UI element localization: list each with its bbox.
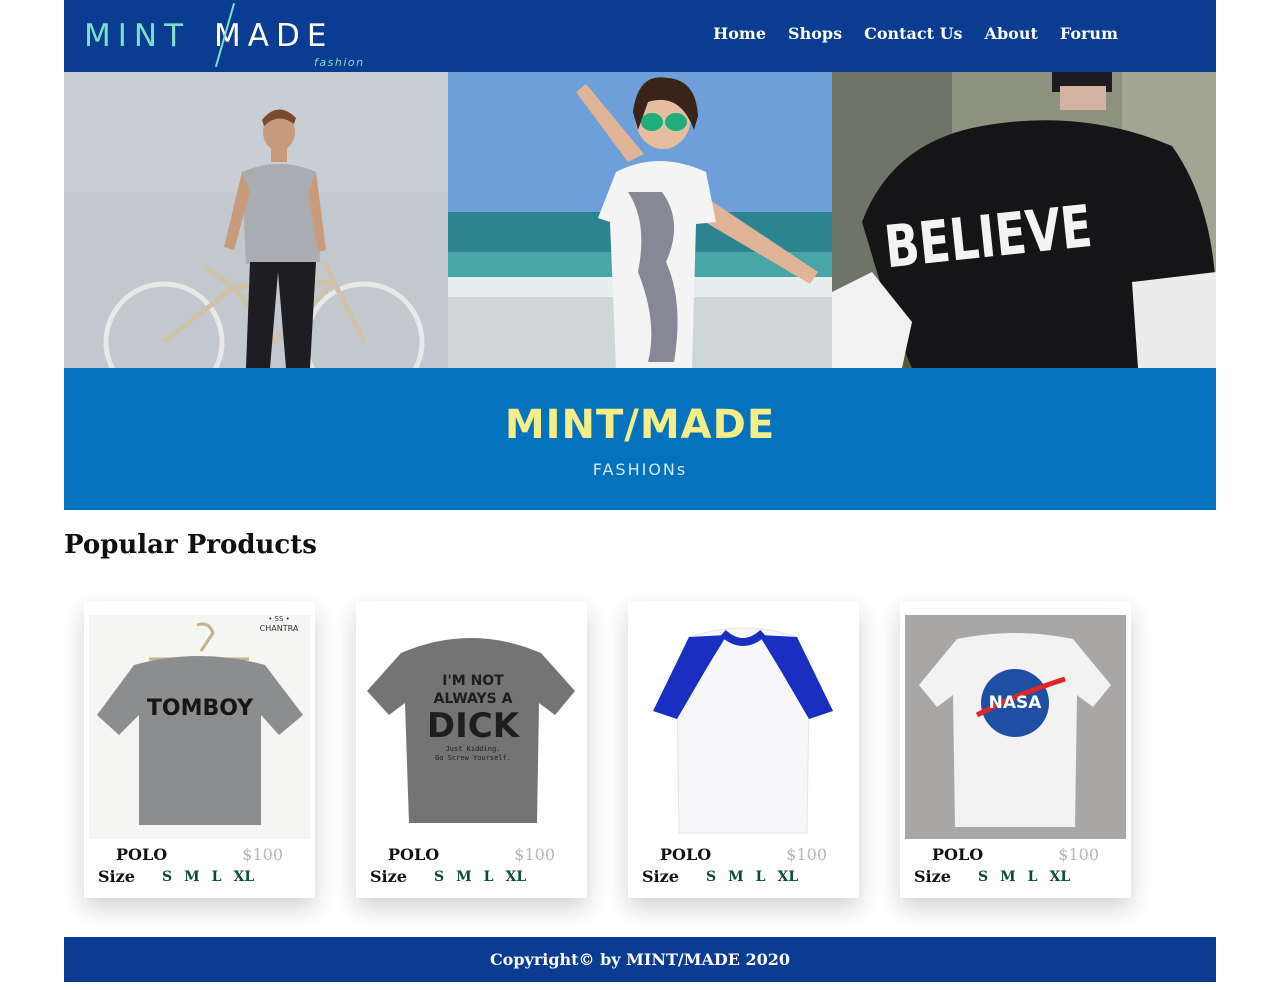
size-options: S M L XL [162,869,254,885]
product-name: POLO [932,845,984,864]
size-option-s[interactable]: S [706,869,716,885]
product-image: I'M NOT ALWAYS A DICK Just Kidding. Go S… [361,615,582,839]
size-option-l[interactable]: L [484,869,494,885]
slogan-line2: ALWAYS A [434,691,513,707]
slogan-line3: DICK [427,706,521,746]
gray-slogan-tshirt-image: I'M NOT ALWAYS A DICK Just Kidding. Go S… [361,615,582,839]
nav-home[interactable]: Home [713,24,766,43]
raglan-tshirt-image [633,615,854,839]
logo-wordmark: MINT MADE [84,18,333,54]
hero-photo-woman-beach [448,72,832,368]
size-options: S M L XL [978,869,1070,885]
size-option-m[interactable]: M [456,869,472,885]
believe-shirt-illustration: BELIEVE [832,72,1216,368]
banner-subtitle: FASHIONs [592,460,688,479]
size-option-xl[interactable]: XL [777,869,798,885]
brand-tag-line2: CHANTRA [260,624,299,633]
size-option-m[interactable]: M [1000,869,1016,885]
size-label: Size [370,867,407,886]
woman-beach-illustration [448,72,832,368]
size-label: Size [914,867,951,886]
logo-text-right: MADE [214,18,334,54]
brand-banner: MINT/MADE FASHIONs [64,368,1216,510]
product-card[interactable]: TOMBOY • SS • CHANTRA POLO $100 Size S M… [84,601,315,898]
section-title: Popular Products [64,530,317,560]
size-option-m[interactable]: M [184,869,200,885]
product-price: $100 [786,845,827,864]
size-option-xl[interactable]: XL [233,869,254,885]
size-option-s[interactable]: S [434,869,444,885]
nav-contact-us[interactable]: Contact Us [864,24,962,43]
product-price: $100 [514,845,555,864]
logo-text-left: MINT [84,18,191,54]
product-grid: TOMBOY • SS • CHANTRA POLO $100 Size S M… [84,601,1131,898]
nasa-print: NASA [989,693,1043,713]
hero-photo-man-bicycle [64,72,448,368]
product-name: POLO [116,845,168,864]
nav-about[interactable]: About [985,24,1038,43]
size-option-xl[interactable]: XL [1049,869,1070,885]
slogan-line4: Just Kidding. [446,745,501,753]
copyright-text: Copyright© by MINT/MADE 2020 [489,950,791,969]
nasa-tshirt-image: NASA [905,615,1126,839]
size-option-l[interactable]: L [1028,869,1038,885]
tomboy-print: TOMBOY [147,696,254,721]
size-option-l[interactable]: L [756,869,766,885]
size-option-s[interactable]: S [978,869,988,885]
hero-photo-believe-shirt: BELIEVE [832,72,1216,368]
product-name: POLO [388,845,440,864]
logo-subtitle: fashion [314,56,365,69]
slogan-line1: I'M NOT [442,673,504,689]
site-header: MINT MADE fashion Home Shops Contact Us A… [64,0,1216,72]
nav-shops[interactable]: Shops [788,24,842,43]
size-label: Size [98,867,135,886]
site-footer: Copyright© by MINT/MADE 2020 [64,937,1216,982]
product-card[interactable]: I'M NOT ALWAYS A DICK Just Kidding. Go S… [356,601,587,898]
size-option-s[interactable]: S [162,869,172,885]
size-options: S M L XL [706,869,798,885]
nav-forum[interactable]: Forum [1060,24,1118,43]
brand-tag-line1: • SS • [268,615,290,623]
product-name: POLO [660,845,712,864]
size-label: Size [642,867,679,886]
product-image: TOMBOY • SS • CHANTRA [89,615,310,839]
product-card[interactable]: POLO $100 Size S M L XL [628,601,859,898]
main-nav: Home Shops Contact Us About Forum [713,24,1118,43]
hero-gallery: BELIEVE [64,72,1216,368]
banner-title: MINT/MADE [504,402,776,448]
site-logo[interactable]: MINT MADE fashion [84,3,384,70]
slogan-line5: Go Screw Yourself. [435,754,511,762]
size-options: S M L XL [434,869,526,885]
product-image: NASA [905,615,1126,839]
size-option-xl[interactable]: XL [505,869,526,885]
size-option-l[interactable]: L [212,869,222,885]
tomboy-tshirt-image: TOMBOY • SS • CHANTRA [89,615,310,839]
product-price: $100 [242,845,283,864]
man-bicycle-illustration [64,72,448,368]
product-price: $100 [1058,845,1099,864]
size-option-m[interactable]: M [728,869,744,885]
product-card[interactable]: NASA POLO $100 Size S M L XL [900,601,1131,898]
product-image [633,615,854,839]
